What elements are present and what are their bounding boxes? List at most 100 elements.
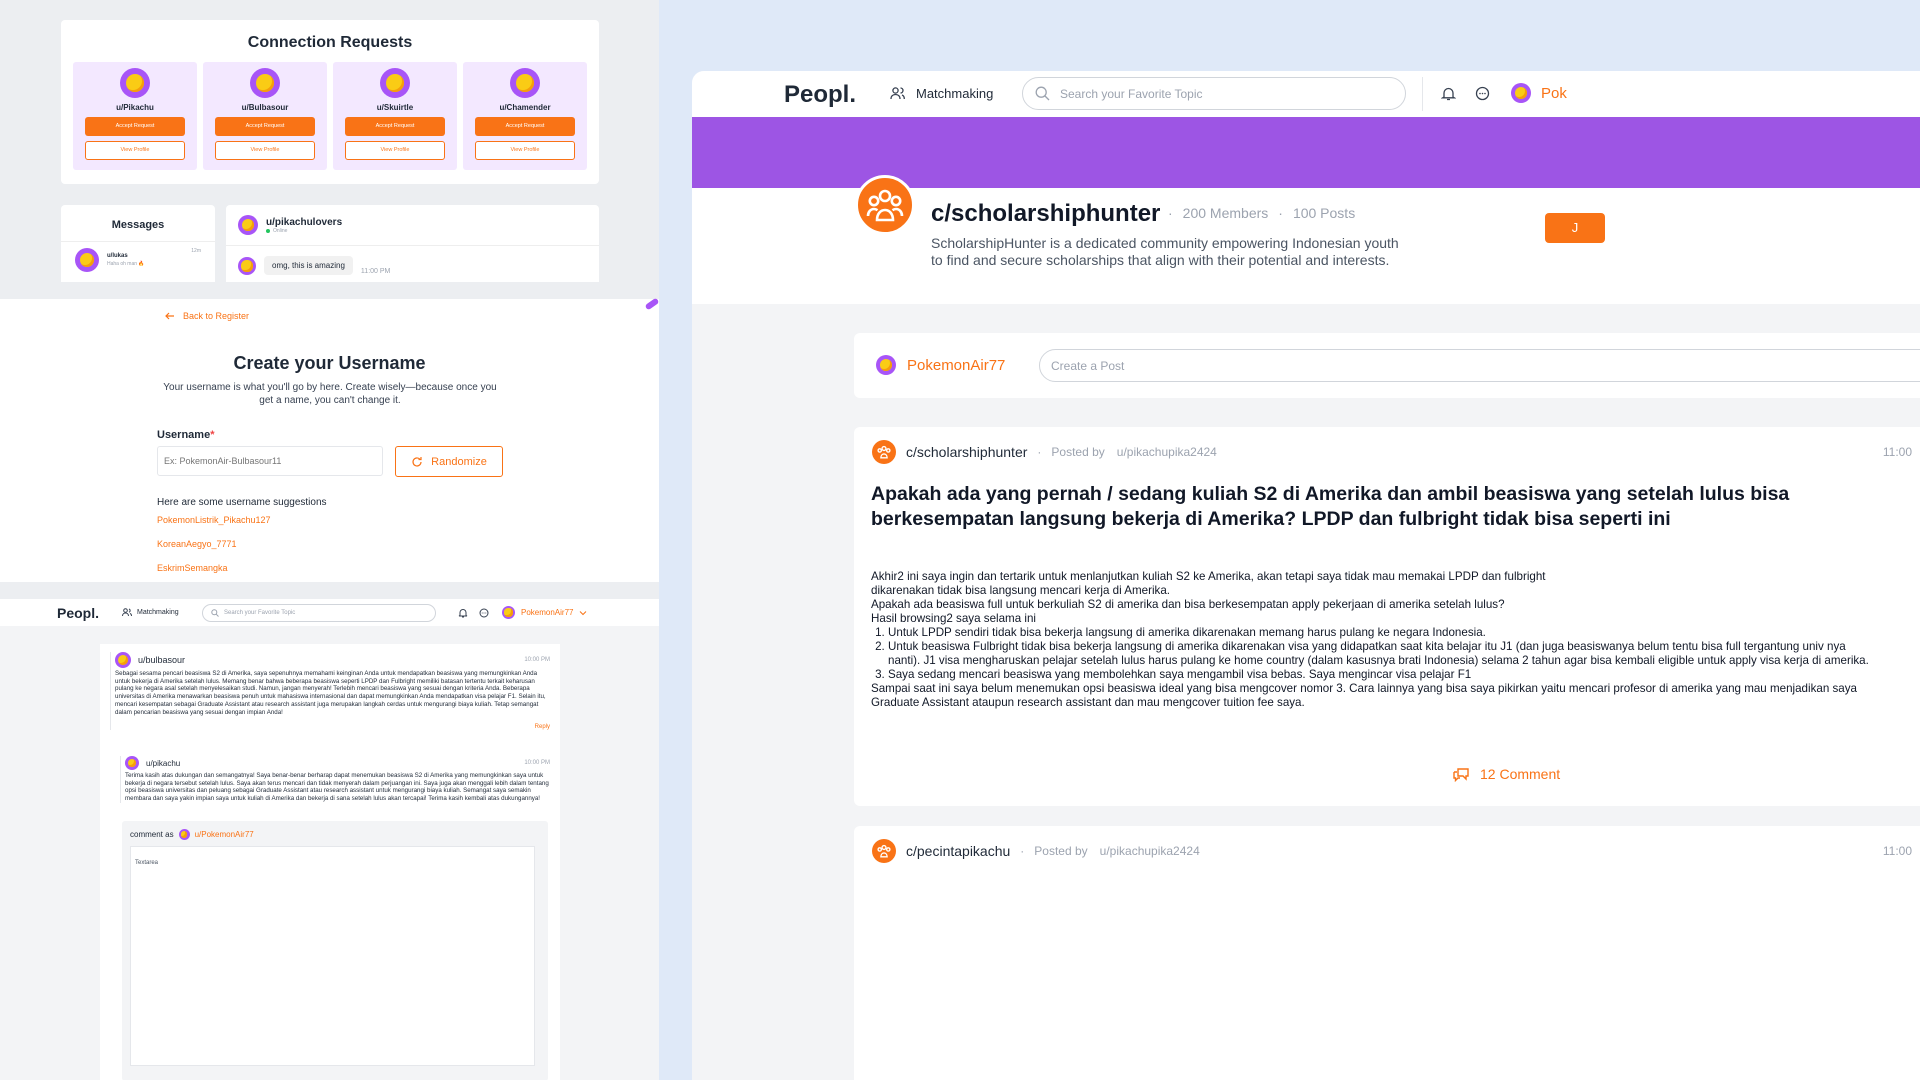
comment-icon <box>1452 766 1470 782</box>
avatar <box>876 355 896 375</box>
back-to-register-label: Back to Register <box>183 311 250 321</box>
bell-icon[interactable] <box>1441 86 1456 101</box>
username-suggestion[interactable]: PokemonListrik_Pikachu127 <box>157 515 271 539</box>
connection-user: u/Skuirtle <box>376 103 414 112</box>
connection-user: u/Bulbasour <box>241 103 289 112</box>
randomize-label: Randomize <box>431 455 487 468</box>
back-to-register-link[interactable]: Back to Register <box>165 311 249 321</box>
community-header: c/scholarshiphunter · 200 Members · 100 … <box>692 175 1920 304</box>
post-paragraph: Sampai saat ini saya belum menemukan ops… <box>871 682 1857 709</box>
resize-handle-icon[interactable] <box>644 297 660 311</box>
search-icon <box>1035 86 1050 101</box>
community-icon <box>865 187 905 223</box>
avatar <box>178 829 190 840</box>
post-community[interactable]: c/pecintapikachu <box>906 843 1010 859</box>
post-time: 11:00 <box>1882 445 1912 459</box>
randomize-button[interactable]: Randomize <box>395 446 503 477</box>
avatar <box>115 652 131 668</box>
nav-divider <box>1422 77 1423 111</box>
username-input[interactable] <box>157 446 383 476</box>
comment-text: Terima kasih atas dukungan dan semangatn… <box>125 772 549 803</box>
post-author[interactable]: u/pikachupika2424 <box>1100 844 1200 858</box>
user-menu[interactable]: PokemonAir77 <box>502 606 587 619</box>
matchmaking-label: Matchmaking <box>137 609 179 616</box>
comment: u/bulbasour 10:00 PM Sebagai sesama penc… <box>110 652 550 731</box>
chat-icon[interactable] <box>479 608 489 618</box>
post-paragraph: Hasil browsing2 saya selama ini <box>871 612 1036 625</box>
message-preview: Haha oh man 🔥 <box>107 261 145 267</box>
username-suggestion[interactable]: KoreanAegyo_7771 <box>157 539 271 563</box>
dot-separator: · <box>1020 844 1025 858</box>
matchmaking-nav[interactable]: Matchmaking <box>890 86 993 101</box>
community-avatar <box>872 440 896 464</box>
comment-time: 10:00 PM <box>524 657 550 663</box>
join-button[interactable]: J <box>1545 213 1605 243</box>
accept-request-button[interactable]: Accept Request <box>345 117 445 136</box>
post-composer: PokemonAir77 Create a Post <box>854 333 1920 398</box>
view-profile-button[interactable]: View Profile <box>215 141 315 160</box>
matchmaking-nav[interactable]: Matchmaking <box>122 608 179 617</box>
comment-as-user: u/PokemonAir77 <box>194 830 254 839</box>
chat-panel: u/pikachulovers Online omg, this is amaz… <box>226 205 599 282</box>
chat-icon[interactable] <box>1475 86 1490 101</box>
avatar <box>238 215 258 235</box>
comment-box: comment as u/PokemonAir77 Textarea <box>122 821 548 1080</box>
message-item[interactable]: u/lukas Haha oh man 🔥 12m <box>61 241 215 278</box>
member-count: 200 Members <box>1182 205 1269 221</box>
community-name: c/scholarshiphunter <box>931 200 1161 227</box>
main-navbar: Peopl. Matchmaking Search your Favorite … <box>692 71 1920 117</box>
search-placeholder: Search your Favorite Topic <box>1060 86 1203 101</box>
comment-textarea[interactable]: Textarea <box>130 846 535 1066</box>
chat-status: Online <box>273 227 288 234</box>
textarea-placeholder: Textarea <box>135 860 159 866</box>
post-list-item: Untuk beasiswa Fulbright tidak bisa beke… <box>888 640 1869 668</box>
post-card[interactable]: c/pecintapikachu · Posted by u/pikachupi… <box>854 826 1920 1080</box>
reply-button[interactable]: Reply <box>115 724 550 730</box>
bell-icon[interactable] <box>458 608 468 618</box>
avatar <box>380 68 410 98</box>
view-profile-button[interactable]: View Profile <box>345 141 445 160</box>
search-icon <box>211 608 219 617</box>
username-suggestion[interactable]: EskrimSemangka <box>157 563 271 587</box>
connection-card: u/Bulbasour Accept Request View Profile <box>203 62 327 170</box>
search-placeholder: Search your Favorite Topic <box>224 609 296 616</box>
view-profile-button[interactable]: View Profile <box>475 141 575 160</box>
users-icon <box>890 87 905 100</box>
post-time: 11:00 <box>1882 844 1912 858</box>
online-dot-icon <box>266 228 270 233</box>
connection-card: u/Pikachu Accept Request View Profile <box>73 62 197 170</box>
view-profile-button[interactable]: View Profile <box>85 141 185 160</box>
post-community[interactable]: c/scholarshiphunter <box>906 444 1027 460</box>
accept-request-button[interactable]: Accept Request <box>215 117 315 136</box>
accept-request-button[interactable]: Accept Request <box>475 117 575 136</box>
search-bar[interactable]: Search your Favorite Topic <box>202 603 436 622</box>
logo[interactable]: Peopl. <box>784 81 856 109</box>
posted-by-label: Posted by <box>1034 844 1088 858</box>
username-description: Your username is what you'll go by here.… <box>163 382 497 406</box>
composer-user: PokemonAir77 <box>907 356 1006 374</box>
logo[interactable]: Peopl. <box>57 605 99 621</box>
community-description: ScholarshipHunter is a dedicated communi… <box>931 235 1399 269</box>
connection-user: u/Pikachu <box>116 103 154 112</box>
posted-by-label: Posted by <box>1051 445 1105 459</box>
message-user: u/lukas <box>107 253 128 259</box>
post-author[interactable]: u/pikachupika2424 <box>1117 445 1217 459</box>
thread-panel: Peopl. Matchmaking Search your Favorite … <box>0 599 659 1080</box>
connection-card: u/Chamender Accept Request View Profile <box>463 62 587 170</box>
avatar <box>250 68 280 98</box>
comment-user: u/bulbasour <box>138 655 186 665</box>
comments-button[interactable]: 12 Comment <box>1452 766 1560 782</box>
user-menu[interactable]: Pok <box>1511 83 1567 103</box>
arrow-left-icon <box>165 311 175 321</box>
post-card[interactable]: c/scholarshiphunter · Posted by u/pikach… <box>854 427 1920 806</box>
post-list-item: Untuk LPDP sendiri tidak bisa bekerja la… <box>888 626 1869 640</box>
post-title[interactable]: Apakah ada yang pernah / sedang kuliah S… <box>871 482 1851 532</box>
search-bar[interactable]: Search your Favorite Topic <box>1022 77 1406 110</box>
comment-user: u/pikachu <box>146 758 181 768</box>
create-post-input[interactable]: Create a Post <box>1039 349 1920 382</box>
refresh-icon <box>411 456 423 468</box>
matchmaking-label: Matchmaking <box>916 86 994 101</box>
accept-request-button[interactable]: Accept Request <box>85 117 185 136</box>
comment-as-label: comment as <box>130 830 174 839</box>
post-paragraph: Apakah ada beasiswa full untuk berkuliah… <box>871 598 1505 611</box>
